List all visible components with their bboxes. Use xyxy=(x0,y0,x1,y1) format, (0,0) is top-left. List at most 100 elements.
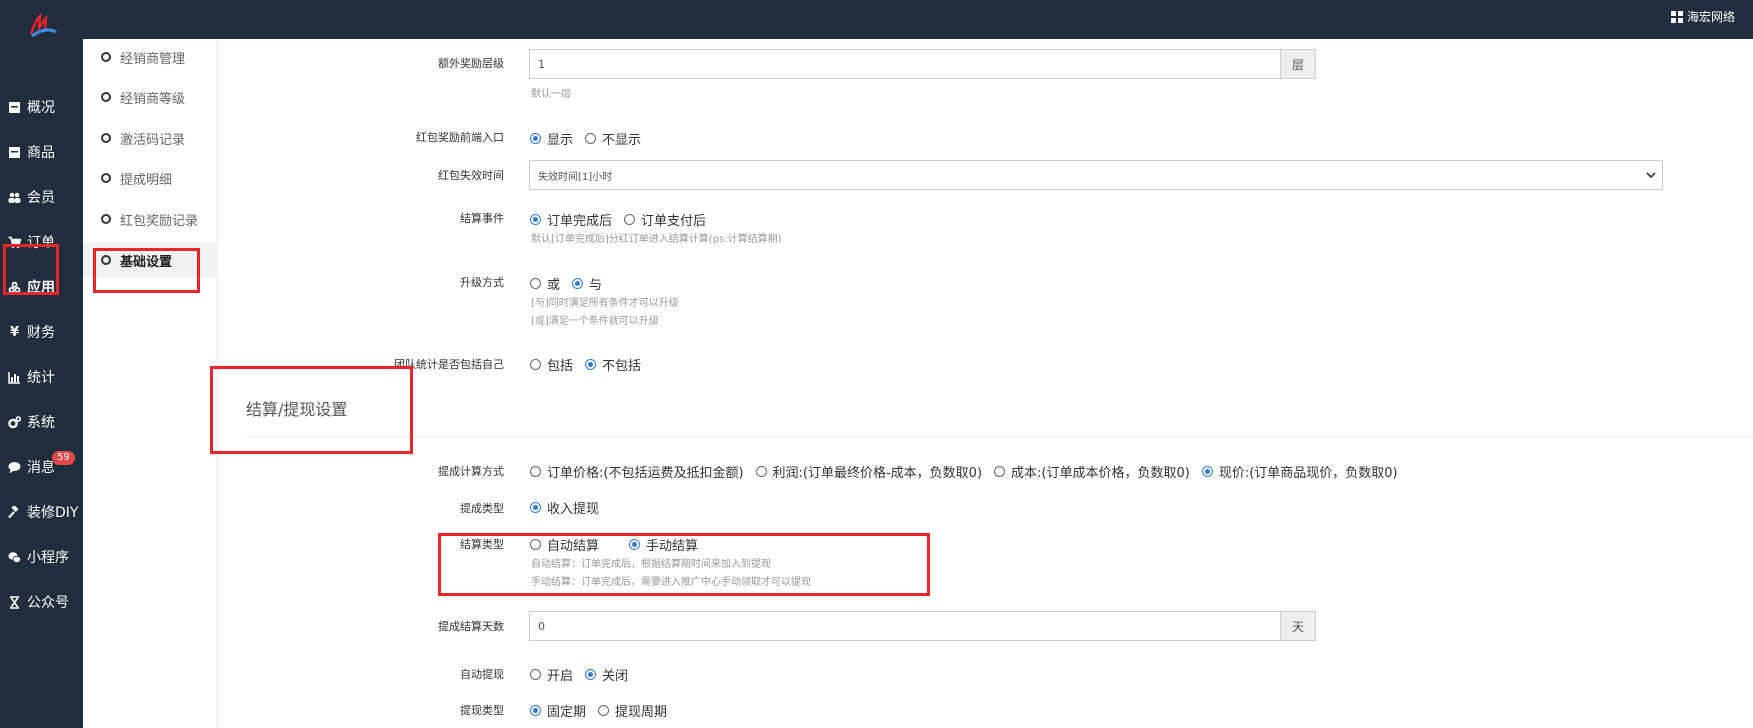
settle-days-group: 天 xyxy=(529,611,1316,641)
sub-sidebar: 经销商管理 经销商等级 激活码记录 提成明细 红包奖励记录 基础设置 xyxy=(83,39,218,728)
nav-item-miniprogram[interactable]: 小程序 xyxy=(0,537,83,577)
radio-current-price[interactable]: 现价:(订单商品现价，负数取0) xyxy=(1201,462,1398,481)
subnav-item-redpacket-records[interactable]: 红包奖励记录 xyxy=(83,201,218,237)
highlight-box-settle-type xyxy=(438,533,930,596)
wechat-icon xyxy=(8,551,21,564)
nav-item-official-account[interactable]: 公众号 xyxy=(0,582,83,622)
radio-withdraw-cycle[interactable]: 提现周期 xyxy=(598,701,667,720)
radio-show[interactable]: 显示 xyxy=(530,129,573,148)
radio-dot xyxy=(530,705,541,716)
radio-label: 订单支付后 xyxy=(641,214,707,229)
radio-profit[interactable]: 利润:(订单最终价格-成本，负数取0) xyxy=(755,462,982,481)
settle-event-label: 结算事件 xyxy=(460,212,504,225)
subnav-item-activation-code-records[interactable]: 激活码记录 xyxy=(83,120,218,156)
radio-order-paid[interactable]: 订单支付后 xyxy=(624,210,706,229)
commission-calc-label: 提成计算方式 xyxy=(438,465,504,478)
radio-and[interactable]: 与 xyxy=(572,274,602,293)
highlight-box-basic-settings xyxy=(93,248,200,293)
radio-dot xyxy=(585,669,597,680)
team-stats-radios: 包括 不包括 xyxy=(530,355,653,374)
highlight-box-apps xyxy=(3,244,59,295)
upgrade-mode-radios: 或 与 xyxy=(530,274,614,293)
nav-item-members[interactable]: 会员 xyxy=(0,177,83,217)
extra-reward-level-group: 层 xyxy=(529,49,1316,79)
radio-label: 订单价格:(不包括运费及抵扣金额) xyxy=(547,466,744,481)
radio-dot xyxy=(530,278,541,289)
file-icon xyxy=(8,101,21,114)
radio-cost[interactable]: 成本:(订单成本价格，负数取0) xyxy=(994,462,1190,481)
nav-item-system[interactable]: 系统 xyxy=(0,402,83,442)
radio-label: 与 xyxy=(589,278,603,293)
radio-label: 开启 xyxy=(547,669,574,684)
logo[interactable] xyxy=(28,12,58,38)
extra-reward-level-label: 额外奖励层级 xyxy=(438,57,504,70)
subnav-item-commission-details[interactable]: 提成明细 xyxy=(83,160,218,196)
top-bar: 海宏网络 xyxy=(0,0,1753,39)
radio-on[interactable]: 开启 xyxy=(530,665,573,684)
radio-dot xyxy=(598,705,610,716)
radio-label: 显示 xyxy=(547,133,574,148)
subnav-item-label: 红包奖励记录 xyxy=(120,213,199,229)
nav-item-finance[interactable]: ¥ 财务 xyxy=(0,312,83,352)
nav-item-stats[interactable]: 统计 xyxy=(0,357,83,397)
nav-item-diy[interactable]: 装修DIY xyxy=(0,492,83,532)
settle-event-radios: 订单完成后 订单支付后 xyxy=(530,210,718,229)
gavel-icon xyxy=(8,505,21,519)
radio-dot xyxy=(1201,466,1213,477)
select-value: 失效时间[1]小时 xyxy=(538,171,613,183)
radio-include[interactable]: 包括 xyxy=(530,355,573,374)
commission-calc-radios: 订单价格:(不包括运费及抵扣金额) 利润:(订单最终价格-成本，负数取0) 成本… xyxy=(530,462,1410,481)
nav-item-goods[interactable]: 商品 xyxy=(0,132,83,172)
radio-order-complete[interactable]: 订单完成后 xyxy=(530,210,612,229)
subnav-item-dealer-management[interactable]: 经销商管理 xyxy=(83,39,218,75)
extra-reward-level-input[interactable] xyxy=(529,49,1280,79)
settle-days-input[interactable] xyxy=(529,611,1280,641)
brand-name: 海宏网络 xyxy=(1686,10,1735,24)
radio-exclude[interactable]: 不包括 xyxy=(585,355,641,374)
nav-item-label: 消息 xyxy=(27,460,55,476)
yen-icon: ¥ xyxy=(9,324,20,340)
radio-off[interactable]: 关闭 xyxy=(585,665,628,684)
settle-days-label: 提成结算天数 xyxy=(438,620,504,633)
radio-label: 不包括 xyxy=(602,359,642,374)
subnav-item-dealer-level[interactable]: 经销商等级 xyxy=(83,79,218,115)
radio-dot xyxy=(994,466,1006,477)
auto-withdraw-label: 自动提现 xyxy=(460,668,504,681)
gears-icon xyxy=(8,415,21,429)
nav-item-overview[interactable]: 概况 xyxy=(0,87,83,127)
nav-item-label: 小程序 xyxy=(27,550,69,566)
grid-icon xyxy=(1670,10,1683,23)
radio-or[interactable]: 或 xyxy=(530,274,560,293)
radio-dot xyxy=(530,466,541,477)
nav-item-messages[interactable]: 消息 59 xyxy=(0,447,83,487)
circle-icon xyxy=(101,52,111,62)
subnav-item-label: 经销商等级 xyxy=(120,91,186,107)
redpacket-expire-select[interactable]: 失效时间[1]小时 xyxy=(529,160,1663,190)
radio-dot xyxy=(530,133,541,144)
radio-order-price[interactable]: 订单价格:(不包括运费及抵扣金额) xyxy=(530,462,744,481)
highlight-box-section-title xyxy=(210,366,413,454)
nav-item-label: 会员 xyxy=(27,190,55,206)
circle-icon xyxy=(101,173,111,183)
radio-fixed-period[interactable]: 固定期 xyxy=(530,701,586,720)
radio-hide[interactable]: 不显示 xyxy=(585,129,641,148)
radio-label: 不显示 xyxy=(602,133,642,148)
hourglass-icon xyxy=(8,595,21,609)
main-sidebar: 概况 商品 会员 订单 应用 ¥ 财务 统计 系统 消息 59 装修DIY 小程… xyxy=(0,39,83,728)
nav-item-label: 统计 xyxy=(27,370,55,386)
commission-type-label: 提成类型 xyxy=(460,502,504,515)
users-icon xyxy=(8,191,21,204)
radio-label: 固定期 xyxy=(547,705,587,720)
upgrade-mode-help-and: [与]同时满足所有条件才可以升级 xyxy=(531,298,679,309)
nav-item-label: 装修DIY xyxy=(27,505,79,521)
box-icon xyxy=(8,146,21,159)
subnav-item-label: 提成明细 xyxy=(120,172,173,188)
withdraw-type-label: 提现类型 xyxy=(460,704,504,717)
brand[interactable]: 海宏网络 xyxy=(1670,8,1735,25)
radio-label: 收入提现 xyxy=(547,502,600,517)
radio-dot xyxy=(624,214,636,225)
redpacket-entry-radios: 显示 不显示 xyxy=(530,129,653,148)
commission-type-radios: 收入提现 xyxy=(530,498,611,517)
radio-dot xyxy=(530,669,541,680)
radio-income-withdraw[interactable]: 收入提现 xyxy=(530,498,599,517)
